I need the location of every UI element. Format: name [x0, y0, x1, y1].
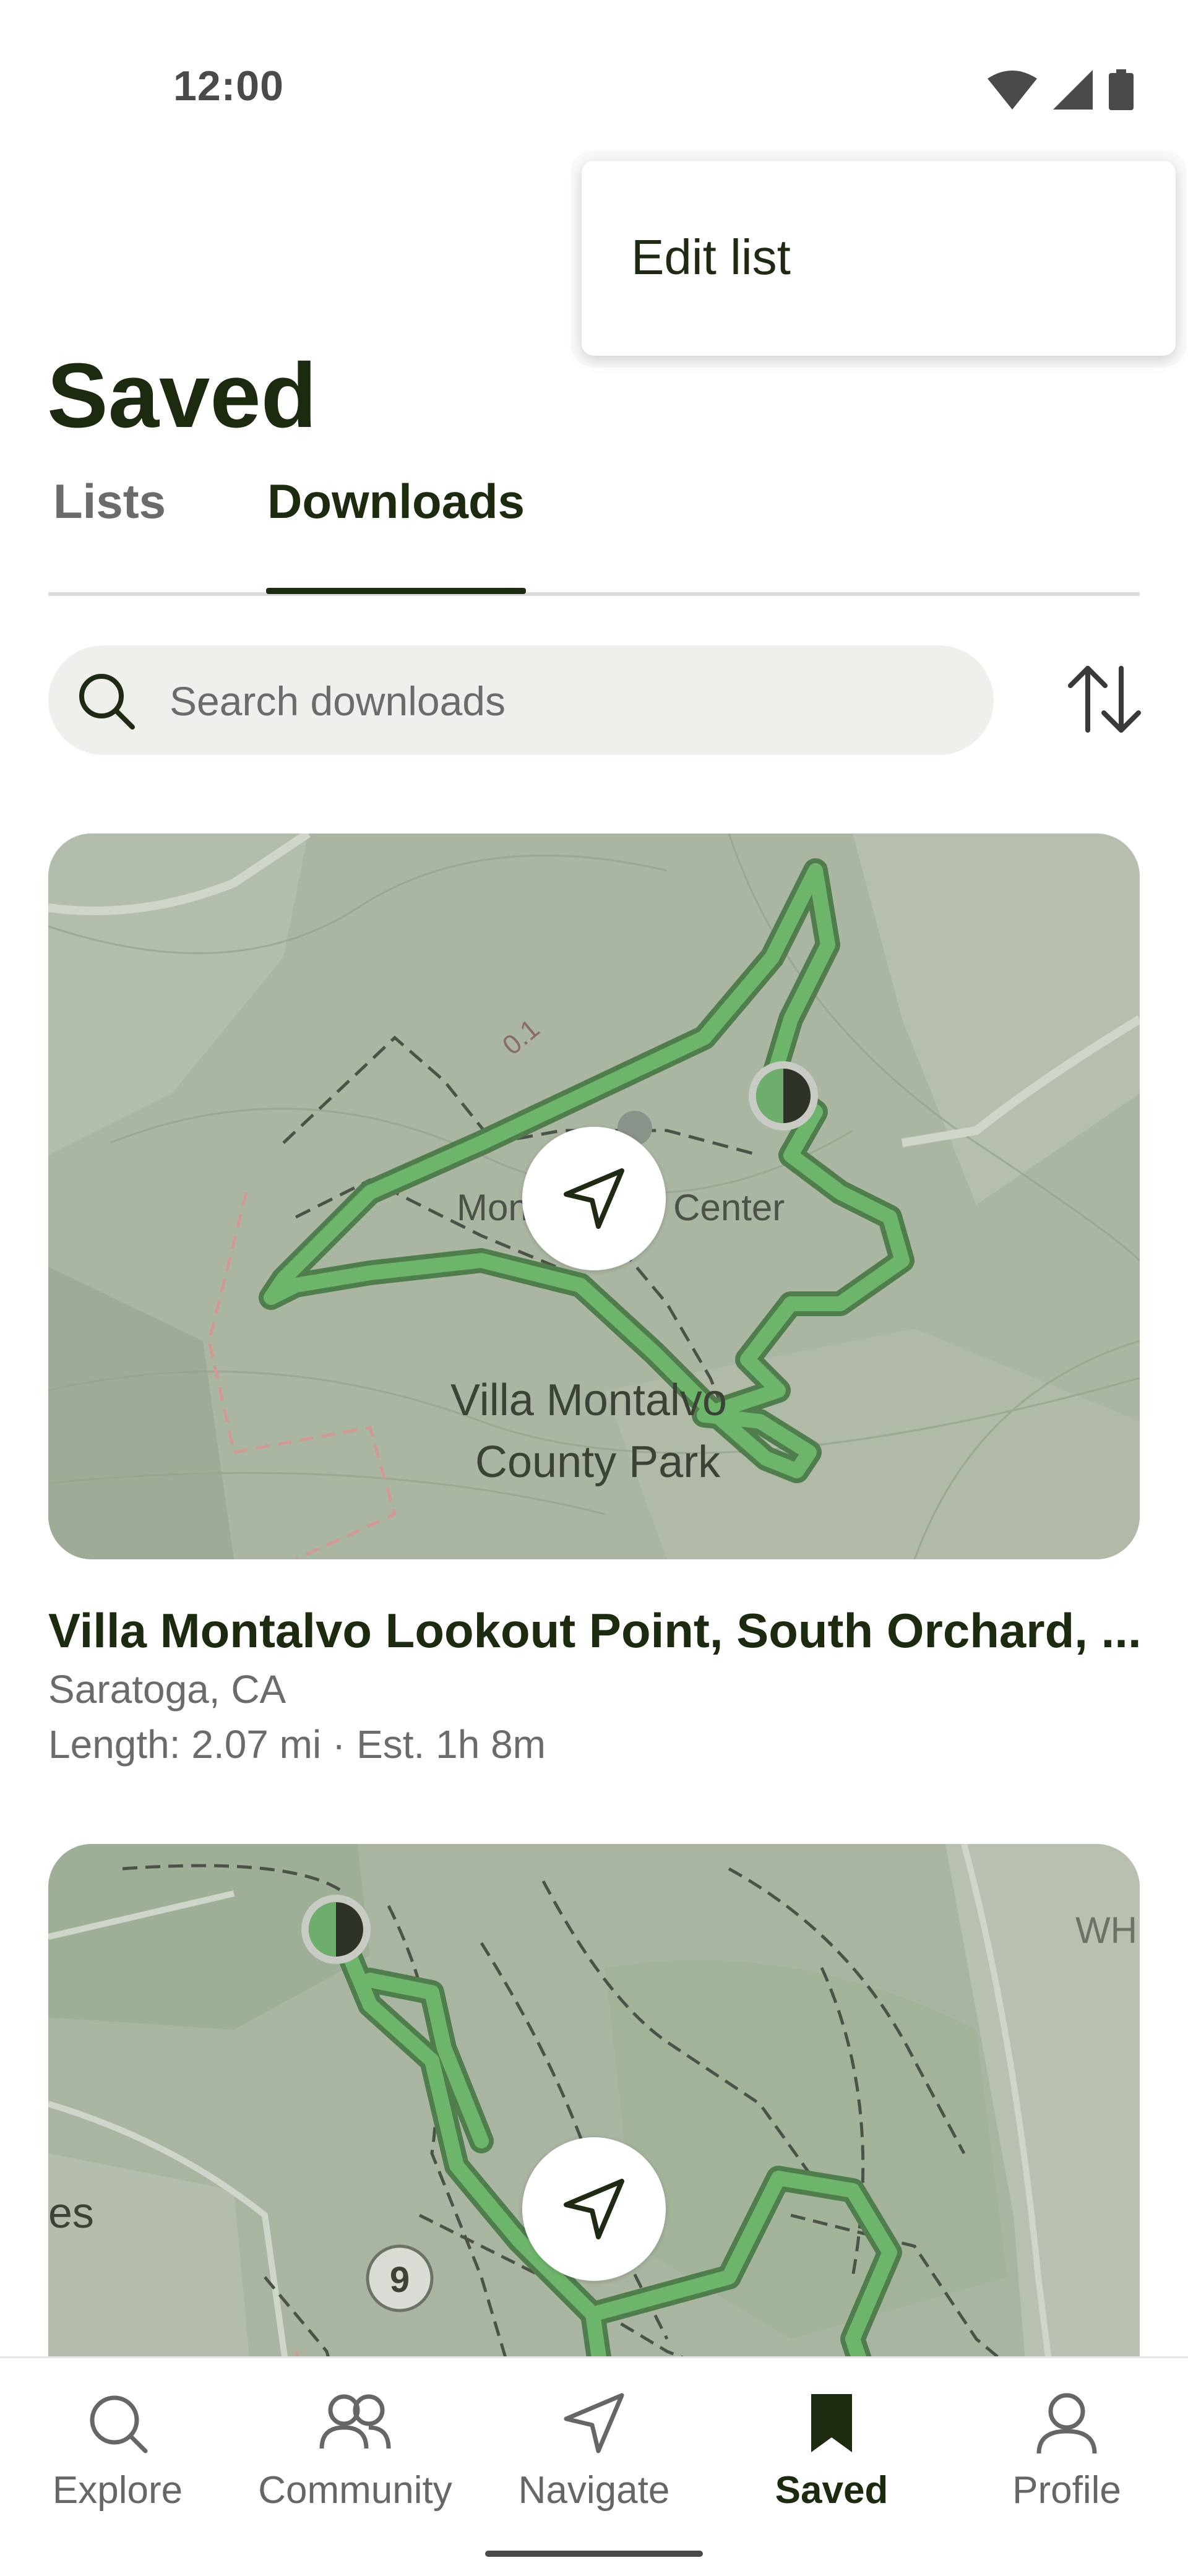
nav-label-navigate: Navigate: [518, 2469, 670, 2512]
tab-downloads[interactable]: Downloads: [267, 473, 525, 530]
status-icons: [988, 68, 1134, 111]
tab-indicator: [266, 588, 526, 594]
route-number: 9: [390, 2260, 410, 2300]
trail-stats: Length: 2.07 mi · Est. 1h 8m: [48, 1722, 546, 1767]
signal-icon: [1053, 70, 1093, 110]
route-shield: 9: [366, 2244, 434, 2312]
navigate-button[interactable]: [522, 1127, 666, 1270]
wifi-icon: [988, 71, 1037, 110]
map-label-es: es: [48, 2189, 94, 2237]
people-icon: [319, 2394, 391, 2449]
overflow-menu: Edit list: [582, 161, 1176, 356]
navigate-icon: [564, 1168, 624, 1229]
nav-community[interactable]: Community: [238, 2389, 473, 2512]
nav-explore[interactable]: Explore: [0, 2389, 235, 2512]
search-input[interactable]: Search downloads: [48, 645, 994, 755]
nav-label-community: Community: [258, 2469, 452, 2512]
nav-profile[interactable]: Profile: [949, 2389, 1184, 2512]
nav-navigate[interactable]: Navigate: [476, 2389, 712, 2512]
battery-icon: [1109, 69, 1134, 110]
trail-title[interactable]: Villa Montalvo Lookout Point, South Orch…: [48, 1603, 1143, 1659]
profile-icon: [1036, 2393, 1097, 2454]
map-label-wh: WH: [1075, 1910, 1137, 1951]
navigate-button[interactable]: [522, 2137, 666, 2281]
bottom-nav: Explore Community Navigate Saved Profile: [0, 2356, 1188, 2576]
trail-location: Saratoga, CA: [48, 1667, 286, 1712]
nav-saved[interactable]: Saved: [714, 2389, 949, 2512]
tab-divider: [48, 592, 1140, 596]
nav-label-saved: Saved: [775, 2469, 889, 2512]
status-time: 12:00: [173, 62, 284, 110]
trail-map-1[interactable]: Montalvo Art Center Villa Montalvo Count…: [48, 834, 1140, 1559]
menu-item-edit-list[interactable]: Edit list: [631, 229, 791, 286]
search-placeholder: Search downloads: [170, 678, 506, 724]
navigate-icon: [564, 2393, 624, 2453]
nav-label-explore: Explore: [52, 2469, 183, 2512]
sort-icon[interactable]: [1064, 662, 1145, 736]
navigate-icon: [564, 2179, 624, 2239]
trailhead-marker: [749, 1061, 818, 1131]
map-label-villa: Villa Montalvo: [450, 1376, 727, 1425]
search-icon: [79, 674, 135, 730]
page-title: Saved: [47, 345, 317, 447]
map-label-county-park: County Park: [475, 1437, 721, 1487]
tab-lists[interactable]: Lists: [53, 473, 166, 530]
gesture-bar[interactable]: [485, 2551, 703, 2557]
trailhead-marker: [301, 1895, 371, 1964]
bookmark-icon: [811, 2394, 852, 2452]
search-icon: [90, 2395, 148, 2453]
nav-label-profile: Profile: [1012, 2469, 1121, 2512]
